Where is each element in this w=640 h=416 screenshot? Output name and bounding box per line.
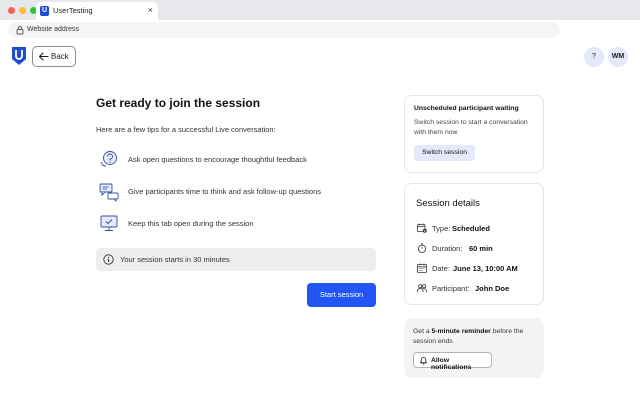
usertesting-favicon-icon: U bbox=[40, 6, 49, 16]
address-text: Website address bbox=[27, 26, 80, 33]
start-session-button[interactable]: Start session bbox=[307, 283, 376, 307]
user-avatar[interactable]: WM bbox=[608, 47, 628, 67]
tip-text: Keep this tab open during the session bbox=[128, 219, 254, 228]
session-details-card: Session details Type: Scheduled Duration… bbox=[404, 183, 544, 305]
detail-label: Date: bbox=[432, 264, 450, 273]
waiting-card-description: Switch session to start a conversation w… bbox=[414, 119, 528, 136]
arrow-left-icon bbox=[38, 52, 49, 61]
info-icon bbox=[103, 254, 114, 265]
reminder-card: Get a 5-minute reminder before the sessi… bbox=[404, 318, 544, 378]
detail-value: 60 min bbox=[469, 244, 493, 253]
session-start-info: Your session starts in 30 minutes bbox=[96, 248, 376, 271]
page-title: Get ready to join the session bbox=[96, 96, 261, 110]
chat-bubbles-icon bbox=[99, 183, 119, 202]
reminder-text-prefix: Get a bbox=[413, 328, 432, 335]
reminder-text-bold: 5-minute reminder bbox=[431, 328, 491, 335]
detail-label: Participant: bbox=[432, 284, 470, 293]
browser-tab[interactable]: U UserTesting × bbox=[36, 2, 158, 20]
detail-label: Duration: bbox=[432, 244, 463, 253]
back-button[interactable]: Back bbox=[32, 46, 76, 67]
chat-question-icon bbox=[100, 151, 117, 167]
participant-waiting-card: Unscheduled participant waiting Switch s… bbox=[404, 95, 544, 173]
tips-intro: Here are a few tips for a successful Liv… bbox=[96, 125, 276, 134]
tab-title: UserTesting bbox=[53, 6, 93, 15]
allow-notifications-button[interactable]: Allow notifications bbox=[413, 352, 492, 371]
back-button-label: Back bbox=[51, 52, 69, 61]
calendar-check-icon bbox=[417, 223, 427, 233]
participants-icon bbox=[417, 284, 427, 293]
lock-icon bbox=[16, 26, 24, 35]
tab-close-icon[interactable]: × bbox=[148, 5, 153, 15]
window-close-dot[interactable] bbox=[8, 7, 15, 14]
tip-text: Give participants time to think and ask … bbox=[128, 187, 322, 196]
stopwatch-icon bbox=[417, 243, 427, 253]
reminder-text: Get a 5-minute reminder before the sessi… bbox=[413, 327, 538, 346]
detail-value: June 13, 10:00 AM bbox=[453, 264, 518, 273]
help-button[interactable]: ? bbox=[584, 47, 604, 67]
detail-label: Type: bbox=[432, 224, 451, 233]
address-bar: Website address bbox=[0, 20, 640, 40]
window-minimize-dot[interactable] bbox=[19, 7, 26, 14]
address-field[interactable]: Website address bbox=[8, 22, 560, 38]
detail-value: John Doe bbox=[475, 284, 510, 293]
tip-text: Ask open questions to encourage thoughtf… bbox=[128, 155, 307, 164]
usertesting-logo-icon[interactable] bbox=[12, 47, 26, 65]
calendar-icon bbox=[417, 263, 427, 273]
session-details-title: Session details bbox=[416, 198, 480, 209]
allow-notifications-label: Allow notifications bbox=[431, 357, 472, 371]
waiting-card-title: Unscheduled participant waiting bbox=[414, 105, 519, 112]
info-text: Your session starts in 30 minutes bbox=[120, 255, 230, 264]
browser-tab-bar: U UserTesting × bbox=[0, 0, 640, 20]
monitor-check-icon bbox=[100, 215, 118, 231]
detail-value: Scheduled bbox=[452, 224, 490, 233]
bell-icon bbox=[420, 357, 427, 365]
switch-session-button[interactable]: Switch session bbox=[414, 145, 475, 161]
